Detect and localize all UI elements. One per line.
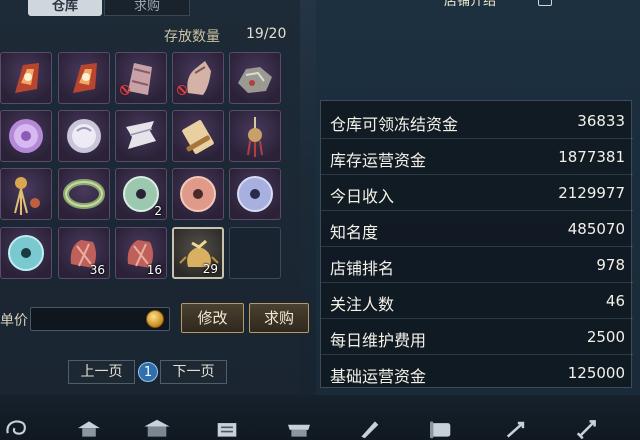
shop-stats-panel: 仓库可领冻结资金 36833 库存运营资金 1877381 今日收入 21299… [320,100,633,391]
pavilion-icon[interactable] [72,418,106,440]
page-indicator: 1 [138,362,158,382]
stat-value: 36833 [577,112,625,130]
item-slot[interactable] [172,52,224,104]
stat-label: 店铺排名 [330,259,395,278]
stat-row-shop-rank: 店铺排名 978 [321,247,633,283]
item-slot[interactable] [229,52,281,104]
scroll-icon[interactable] [424,418,458,440]
stat-label: 知名度 [330,223,379,242]
item-slot[interactable] [0,168,52,220]
item-slot[interactable] [229,168,281,220]
buy-request-button[interactable]: 求购 [249,303,309,333]
stat-label: 关注人数 [330,295,395,314]
item-slot[interactable]: 29 [172,227,224,279]
item-slot[interactable] [0,52,52,104]
item-slot[interactable] [229,110,281,162]
capacity-value: 19/20 [246,26,287,42]
capacity-label: 存放数量 [164,29,220,45]
item-slot[interactable]: 2 [115,168,167,220]
stat-row-maintenance-cost: 每日维护费用 2500 [321,319,633,355]
shop-icon[interactable] [282,418,316,440]
prev-page-button[interactable]: 上一页 [68,360,135,384]
item-slot[interactable] [115,52,167,104]
stat-label: 今日收入 [330,187,395,206]
arrow-icon[interactable] [500,418,534,440]
item-slot[interactable] [172,168,224,220]
stat-value: 46 [605,292,625,310]
locked-icon [177,85,187,95]
item-slot[interactable] [0,110,52,162]
stat-value: 485070 [567,220,625,238]
item-slot[interactable] [58,168,110,220]
stat-row-frozen-funds: 仓库可领冻结资金 36833 [321,103,633,139]
sword-icon[interactable] [570,418,604,440]
item-slot[interactable] [115,110,167,162]
stat-label: 仓库可领冻结资金 [330,115,459,134]
swirl-icon[interactable] [0,418,34,440]
stat-label: 库存运营资金 [330,151,427,170]
stat-row-today-income: 今日收入 2129977 [321,175,633,211]
item-slot[interactable] [172,110,224,162]
item-count: 29 [202,262,218,276]
stat-value: 2129977 [558,184,625,202]
item-slot[interactable]: 16 [115,227,167,279]
item-slot[interactable] [0,227,52,279]
next-page-button[interactable]: 下一页 [160,360,227,384]
ledger-icon[interactable] [210,418,244,440]
stat-row-operating-funds: 库存运营资金 1877381 [321,139,633,175]
stat-value: 1877381 [558,148,625,166]
item-count: 2 [154,204,162,218]
tab-purchase-request[interactable]: 求购 [104,0,190,16]
item-slot[interactable]: 36 [58,227,110,279]
stat-label: 每日维护费用 [330,331,427,350]
building-icon[interactable] [140,418,174,440]
item-count: 16 [146,263,162,277]
modify-button[interactable]: 修改 [181,303,244,333]
tab-warehouse[interactable]: 仓库 [28,0,102,16]
stat-value: 125000 [567,364,625,382]
empty-slot[interactable] [229,227,281,279]
coin-icon [146,310,164,328]
stat-value: 978 [596,256,625,274]
price-label: 单价 [0,313,28,329]
stat-row-followers: 关注人数 46 [321,283,633,319]
stat-row-reputation: 知名度 485070 [321,211,633,247]
share-icon[interactable] [538,0,552,6]
item-slot[interactable] [58,52,110,104]
warehouse-panel: 仓库 求购 存放数量 19/20 2 36 16 29 单价 修改 求购 上一页 1 … [0,0,309,395]
stat-row-base-funds: 基础运营资金 125000 [321,355,633,391]
stat-label: 基础运营资金 [330,367,427,386]
shop-intro-title: 店铺介绍 [443,0,496,8]
item-slot[interactable] [58,110,110,162]
locked-icon [120,85,130,95]
item-count: 36 [89,263,105,277]
brush-icon[interactable] [352,418,386,440]
stat-value: 2500 [586,328,625,346]
